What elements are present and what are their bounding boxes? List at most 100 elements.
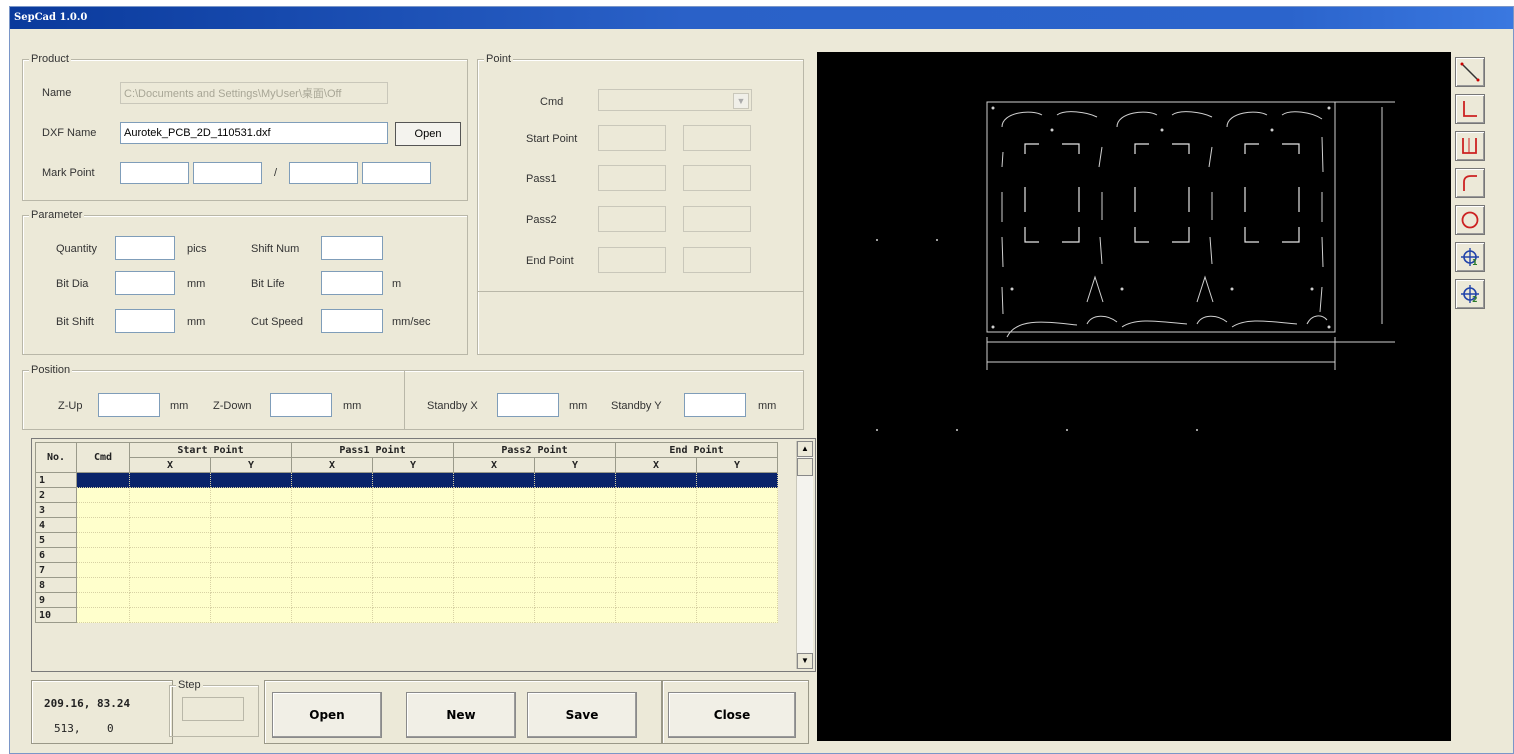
dxf-open-button[interactable]: Open: [395, 122, 461, 146]
grid-cell[interactable]: [372, 472, 454, 488]
bit-shift-field[interactable]: [115, 309, 175, 333]
grid-cell[interactable]: [534, 502, 616, 518]
grid-cell[interactable]: [696, 502, 778, 518]
grid-cell[interactable]: [372, 517, 454, 533]
row-number[interactable]: 10: [35, 607, 77, 623]
row-number[interactable]: 8: [35, 577, 77, 593]
grid-cell[interactable]: [210, 517, 292, 533]
grid-cell[interactable]: [453, 562, 535, 578]
table-row[interactable]: 4: [35, 517, 778, 533]
quantity-field[interactable]: [115, 236, 175, 260]
grid-cell[interactable]: [76, 592, 130, 608]
table-row[interactable]: 7: [35, 562, 778, 578]
grid-cell[interactable]: [696, 547, 778, 563]
grid-cell[interactable]: [615, 577, 697, 593]
mark-point-1-button[interactable]: 1: [1455, 242, 1485, 272]
row-number[interactable]: 3: [35, 502, 77, 518]
command-grid[interactable]: No. Cmd Start Point Pass1 Point Pass2 Po…: [31, 438, 816, 672]
grid-cell[interactable]: [696, 607, 778, 623]
col-header-pass1-point[interactable]: Pass1 Point: [291, 442, 454, 458]
grid-cell[interactable]: [372, 547, 454, 563]
grid-cell[interactable]: [210, 547, 292, 563]
grid-cell[interactable]: [291, 472, 373, 488]
new-button[interactable]: New: [406, 692, 516, 738]
grid-cell[interactable]: [291, 487, 373, 503]
grid-cell[interactable]: [615, 532, 697, 548]
grid-cell[interactable]: [210, 487, 292, 503]
cmd-select[interactable]: ▼: [598, 89, 752, 111]
z-down-field[interactable]: [270, 393, 332, 417]
row-number[interactable]: 2: [35, 487, 77, 503]
grid-cell[interactable]: [76, 607, 130, 623]
grid-cell[interactable]: [696, 577, 778, 593]
dxf-preview-canvas[interactable]: [817, 52, 1451, 741]
col-header-pass2-x[interactable]: X: [453, 457, 535, 473]
grid-cell[interactable]: [129, 532, 211, 548]
u-line-tool-button[interactable]: [1455, 131, 1485, 161]
grid-cell[interactable]: [453, 547, 535, 563]
chevron-down-icon[interactable]: ▼: [733, 93, 749, 109]
row-number[interactable]: 7: [35, 562, 77, 578]
grid-cell[interactable]: [129, 592, 211, 608]
grid-cell[interactable]: [210, 502, 292, 518]
col-header-end-y[interactable]: Y: [696, 457, 778, 473]
row-number[interactable]: 9: [35, 592, 77, 608]
mark-point-2-button[interactable]: 2: [1455, 279, 1485, 309]
col-header-pass1-y[interactable]: Y: [372, 457, 454, 473]
grid-cell[interactable]: [210, 592, 292, 608]
grid-cell[interactable]: [372, 577, 454, 593]
grid-cell[interactable]: [534, 547, 616, 563]
grid-cell[interactable]: [372, 562, 454, 578]
mark-point-1-x-field[interactable]: [120, 162, 189, 184]
grid-cell[interactable]: [372, 532, 454, 548]
grid-cell[interactable]: [534, 592, 616, 608]
row-number[interactable]: 1: [35, 472, 77, 488]
z-up-field[interactable]: [98, 393, 160, 417]
grid-cell[interactable]: [291, 592, 373, 608]
grid-cell[interactable]: [615, 502, 697, 518]
grid-cell[interactable]: [291, 547, 373, 563]
grid-cell[interactable]: [210, 472, 292, 488]
grid-cell[interactable]: [76, 532, 130, 548]
row-number[interactable]: 6: [35, 547, 77, 563]
grid-cell[interactable]: [615, 592, 697, 608]
grid-cell[interactable]: [696, 487, 778, 503]
col-header-pass2-point[interactable]: Pass2 Point: [453, 442, 616, 458]
cut-speed-field[interactable]: [321, 309, 383, 333]
grid-cell[interactable]: [76, 562, 130, 578]
grid-cell[interactable]: [129, 577, 211, 593]
table-row[interactable]: 3: [35, 502, 778, 518]
table-row[interactable]: 10: [35, 607, 778, 623]
grid-cell[interactable]: [534, 562, 616, 578]
circle-tool-button[interactable]: [1455, 205, 1485, 235]
grid-cell[interactable]: [372, 607, 454, 623]
standby-x-field[interactable]: [497, 393, 559, 417]
table-row[interactable]: 9: [35, 592, 778, 608]
grid-cell[interactable]: [453, 472, 535, 488]
corner-line-tool-button[interactable]: [1455, 94, 1485, 124]
bit-dia-field[interactable]: [115, 271, 175, 295]
col-header-start-point[interactable]: Start Point: [129, 442, 292, 458]
scroll-thumb[interactable]: [797, 458, 813, 476]
line-tool-button[interactable]: [1455, 57, 1485, 87]
grid-cell[interactable]: [210, 607, 292, 623]
grid-cell[interactable]: [291, 517, 373, 533]
grid-cell[interactable]: [453, 532, 535, 548]
grid-cell[interactable]: [210, 562, 292, 578]
grid-cell[interactable]: [291, 607, 373, 623]
dxf-name-field[interactable]: [120, 122, 388, 144]
grid-cell[interactable]: [696, 532, 778, 548]
title-bar[interactable]: SepCad 1.0.0: [10, 7, 1513, 29]
grid-cell[interactable]: [129, 502, 211, 518]
bit-life-field[interactable]: [321, 271, 383, 295]
col-header-no[interactable]: No.: [35, 442, 77, 473]
grid-cell[interactable]: [453, 487, 535, 503]
col-header-pass1-x[interactable]: X: [291, 457, 373, 473]
row-number[interactable]: 5: [35, 532, 77, 548]
grid-cell[interactable]: [453, 607, 535, 623]
save-button[interactable]: Save: [527, 692, 637, 738]
grid-cell[interactable]: [615, 562, 697, 578]
col-header-cmd[interactable]: Cmd: [76, 442, 130, 473]
grid-cell[interactable]: [291, 502, 373, 518]
grid-cell[interactable]: [372, 592, 454, 608]
